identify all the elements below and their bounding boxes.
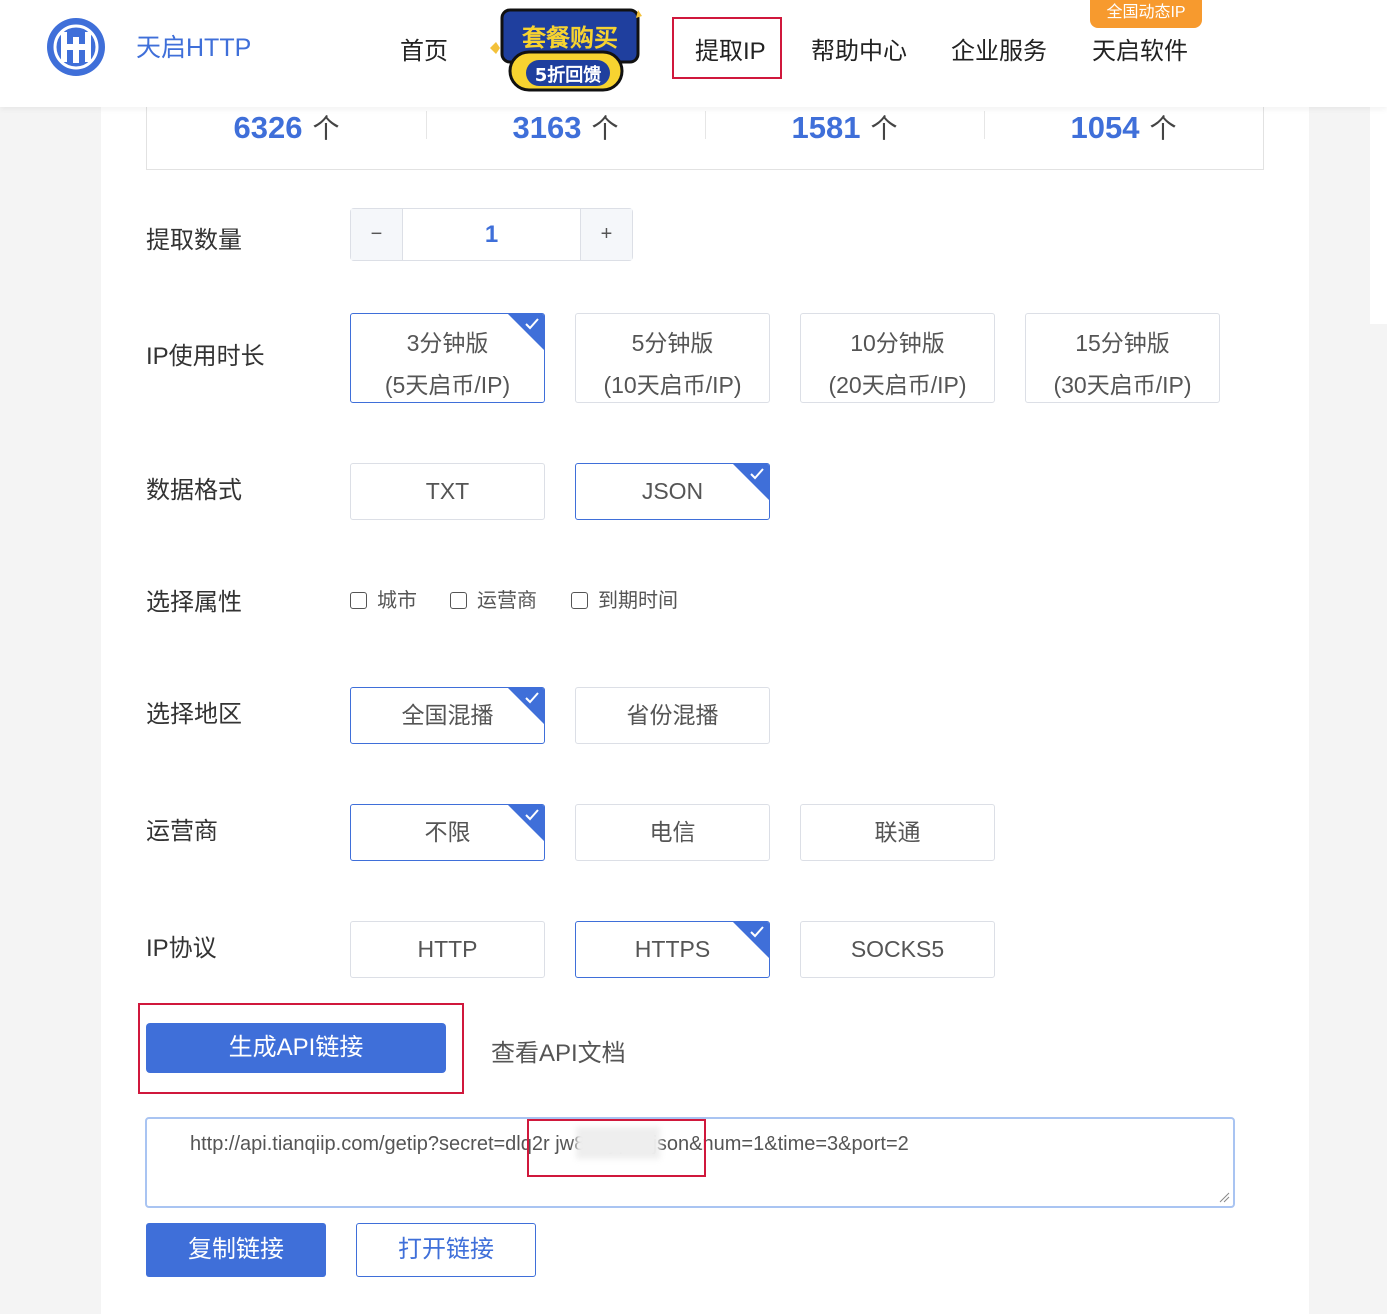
duration-option-name: 10分钟版 bbox=[850, 330, 945, 356]
checkbox-icon[interactable] bbox=[350, 592, 367, 609]
duration-option-price: (10天启币/IP) bbox=[603, 372, 742, 398]
quantity-stepper: − + bbox=[350, 208, 633, 261]
attribute-label: 城市 bbox=[377, 590, 417, 612]
view-api-docs-link[interactable]: 查看API文档 bbox=[491, 1033, 626, 1068]
region-option-label: 省份混播 bbox=[626, 702, 719, 728]
format-option-txt[interactable]: TXT bbox=[350, 463, 545, 520]
duration-label: IP使用时长 bbox=[146, 343, 265, 370]
carrier-option-any[interactable]: 不限 bbox=[350, 804, 545, 861]
protocol-label: IP协议 bbox=[146, 935, 217, 962]
promo-title: 套餐购买 bbox=[522, 24, 618, 52]
check-icon bbox=[750, 926, 764, 938]
attribute-checkbox-carrier[interactable]: 运营商 bbox=[450, 584, 537, 613]
duration-option-10min[interactable]: 10分钟版 (20天启币/IP) bbox=[800, 313, 995, 403]
secret-highlight bbox=[527, 1119, 706, 1177]
protocol-option-socks5[interactable]: SOCKS5 bbox=[800, 921, 995, 978]
stat-unit: 个 bbox=[1149, 114, 1177, 144]
duration-option-price: (30天启币/IP) bbox=[1053, 372, 1192, 398]
protocol-option-label: HTTP bbox=[417, 936, 478, 962]
protocol-option-label: HTTPS bbox=[634, 936, 711, 962]
duration-option-name: 3分钟版 bbox=[406, 330, 489, 356]
stat-unit: 个 bbox=[870, 114, 898, 144]
checkbox-icon[interactable] bbox=[571, 592, 588, 609]
format-option-label: JSON bbox=[641, 478, 704, 504]
quantity-input[interactable] bbox=[403, 209, 580, 260]
duration-option-5min[interactable]: 5分钟版 (10天启币/IP) bbox=[575, 313, 770, 403]
duration-option-price: (5天启币/IP) bbox=[384, 372, 511, 398]
stat-value: 3163 bbox=[512, 110, 582, 145]
stat-value: 1054 bbox=[1070, 110, 1140, 145]
nav-help-center[interactable]: 帮助中心 bbox=[811, 31, 907, 66]
brand-name[interactable]: 天启HTTP bbox=[136, 28, 251, 64]
generate-button-highlight bbox=[138, 1003, 464, 1094]
logo-icon[interactable] bbox=[46, 17, 106, 77]
protocol-option-http[interactable]: HTTP bbox=[350, 921, 545, 978]
scroll-gutter bbox=[1370, 107, 1387, 324]
duration-option-name: 15分钟版 bbox=[1075, 330, 1170, 356]
carrier-option-label: 不限 bbox=[424, 819, 471, 845]
region-option-province[interactable]: 省份混播 bbox=[575, 687, 770, 744]
checkbox-icon[interactable] bbox=[450, 592, 467, 609]
resize-handle-icon[interactable] bbox=[1218, 1191, 1230, 1203]
promo-banner[interactable]: 套餐购买 5折回馈 bbox=[490, 6, 644, 96]
nav-tianqi-software[interactable]: 天启软件 bbox=[1092, 31, 1188, 66]
check-icon bbox=[750, 468, 764, 480]
format-option-label: TXT bbox=[425, 478, 470, 504]
carrier-option-label: 联通 bbox=[874, 819, 921, 845]
duration-option-15min[interactable]: 15分钟版 (30天启币/IP) bbox=[1025, 313, 1220, 403]
nav-enterprise-service[interactable]: 企业服务 bbox=[951, 31, 1047, 66]
stat-unit: 个 bbox=[312, 114, 340, 144]
stat-item: 3163 个 bbox=[426, 107, 705, 147]
carrier-option-label: 电信 bbox=[649, 819, 696, 845]
decrement-button[interactable]: − bbox=[351, 209, 403, 260]
protocol-option-https[interactable]: HTTPS bbox=[575, 921, 770, 978]
region-option-national[interactable]: 全国混播 bbox=[350, 687, 545, 744]
protocol-option-label: SOCKS5 bbox=[850, 936, 945, 962]
nav-home[interactable]: 首页 bbox=[400, 31, 448, 66]
copy-link-button[interactable]: 复制链接 bbox=[146, 1223, 326, 1277]
stat-value: 6326 bbox=[233, 110, 303, 145]
duration-option-price: (20天启币/IP) bbox=[828, 372, 967, 398]
attribute-label: 到期时间 bbox=[598, 590, 678, 612]
attribute-label: 运营商 bbox=[477, 590, 537, 612]
region-option-label: 全国混播 bbox=[401, 702, 494, 728]
check-icon bbox=[525, 318, 539, 330]
stat-item: 1054 个 bbox=[984, 107, 1263, 147]
stat-item: 6326 个 bbox=[147, 107, 426, 147]
package-stats: 6326 个 3163 个 1581 个 1054 个 bbox=[146, 107, 1264, 170]
attributes-label: 选择属性 bbox=[146, 589, 242, 616]
carrier-label: 运营商 bbox=[146, 818, 218, 845]
carrier-option-unicom[interactable]: 联通 bbox=[800, 804, 995, 861]
check-icon bbox=[525, 809, 539, 821]
attribute-checkbox-city[interactable]: 城市 bbox=[350, 584, 417, 613]
quantity-label: 提取数量 bbox=[146, 227, 242, 254]
promo-subtitle: 5折回馈 bbox=[535, 64, 602, 86]
duration-option-3min[interactable]: 3分钟版 (5天启币/IP) bbox=[350, 313, 545, 403]
region-label: 选择地区 bbox=[146, 701, 242, 728]
stat-unit: 个 bbox=[591, 114, 619, 144]
dynamic-ip-badge: 全国动态IP bbox=[1090, 0, 1202, 28]
format-label: 数据格式 bbox=[146, 477, 242, 504]
nav-active-highlight bbox=[672, 17, 782, 79]
format-option-json[interactable]: JSON bbox=[575, 463, 770, 520]
stat-value: 1581 bbox=[791, 110, 861, 145]
open-link-button[interactable]: 打开链接 bbox=[356, 1223, 536, 1277]
attribute-checkbox-expiry[interactable]: 到期时间 bbox=[571, 584, 678, 613]
increment-button[interactable]: + bbox=[580, 209, 632, 260]
stat-item: 1581 个 bbox=[705, 107, 984, 147]
top-navigation-bar: 天启HTTP 首页 套餐购买 5折回馈 提取IP 帮助中心 企业服务 天启软件 … bbox=[0, 0, 1387, 107]
carrier-option-telecom[interactable]: 电信 bbox=[575, 804, 770, 861]
check-icon bbox=[525, 692, 539, 704]
duration-option-name: 5分钟版 bbox=[631, 330, 714, 356]
